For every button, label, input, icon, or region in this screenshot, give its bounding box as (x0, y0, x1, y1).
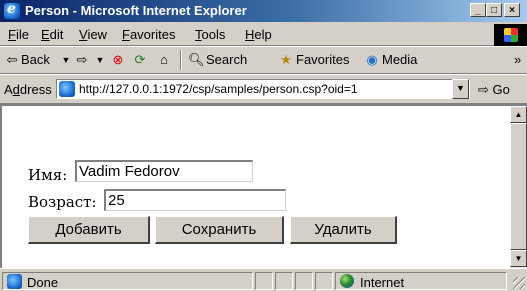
age-input[interactable]: 25 (104, 189, 286, 211)
close-button[interactable]: × (504, 3, 520, 17)
media-icon[interactable]: ◉ (364, 52, 380, 68)
stop-icon[interactable]: ⊗ (110, 52, 126, 68)
forward-dropdown-icon[interactable]: ▼ (92, 52, 108, 68)
window-title: Person - Microsoft Internet Explorer (25, 3, 247, 18)
back-button[interactable]: Back (21, 52, 50, 67)
menu-help[interactable]: Help (245, 27, 272, 42)
delete-button[interactable]: Удалить (290, 216, 397, 244)
page-done-icon (7, 274, 22, 289)
toolbar-overflow-chevron-icon[interactable]: » (514, 52, 521, 67)
address-input[interactable]: http://127.0.0.1:1972/csp/samples/person… (56, 79, 470, 99)
title-bar: Person - Microsoft Internet Explorer _ □… (0, 0, 527, 22)
status-segment (295, 272, 313, 290)
add-button[interactable]: Добавить (28, 216, 150, 244)
status-bar: Done Internet (0, 268, 527, 291)
name-input[interactable]: Vadim Fedorov (75, 160, 253, 182)
scrollbar-thumb[interactable] (510, 123, 527, 250)
windows-logo-icon (494, 24, 527, 46)
page-icon (59, 81, 75, 97)
age-label: Возраст: (28, 193, 97, 211)
browser-window: Person - Microsoft Internet Explorer _ □… (0, 0, 527, 291)
menu-bar: File Edit View Favorites Tools Help (0, 22, 527, 46)
status-segment (275, 272, 293, 290)
status-panel: Done (2, 272, 253, 290)
vertical-scrollbar[interactable]: ▲ ▼ (510, 104, 527, 268)
back-arrow-icon[interactable]: ⇦ (4, 52, 20, 68)
toolbar: ⇦ Back ▼ ⇨ ▼ ⊗ ⟳ ⌂ 🔍︎ Search ★ Favorites… (0, 46, 527, 74)
refresh-icon[interactable]: ⟳ (132, 52, 148, 68)
favorites-icon[interactable]: ★ (278, 52, 294, 68)
ie-logo-icon (4, 1, 20, 19)
address-dropdown-icon[interactable]: ▼ (452, 79, 469, 99)
menu-edit[interactable]: Edit (41, 27, 63, 42)
search-button[interactable]: Search (206, 52, 247, 67)
media-button[interactable]: Media (382, 52, 417, 67)
address-bar: Address http://127.0.0.1:1972/csp/sample… (0, 74, 527, 104)
scroll-up-icon[interactable]: ▲ (510, 106, 527, 123)
internet-zone-icon (340, 274, 354, 288)
address-label: Address (4, 82, 52, 97)
favorites-button[interactable]: Favorites (296, 52, 349, 67)
address-url: http://127.0.0.1:1972/csp/samples/person… (79, 82, 358, 96)
menu-favorites[interactable]: Favorites (122, 27, 175, 42)
status-segment (315, 272, 333, 290)
home-icon[interactable]: ⌂ (156, 52, 172, 68)
scroll-down-icon[interactable]: ▼ (510, 250, 527, 267)
zone-panel: Internet (335, 272, 507, 290)
go-label: Go (492, 82, 510, 97)
menu-file[interactable]: File (8, 27, 29, 42)
zone-text: Internet (360, 275, 405, 290)
minimize-button[interactable]: _ (470, 3, 486, 17)
go-button[interactable]: ⇨ Go (478, 82, 510, 98)
menu-view[interactable]: View (79, 27, 107, 42)
save-button[interactable]: Сохранить (155, 216, 284, 244)
maximize-button[interactable]: □ (486, 3, 502, 17)
back-dropdown-icon[interactable]: ▼ (58, 52, 74, 68)
status-segment (255, 272, 273, 290)
resize-grip-icon[interactable] (513, 277, 525, 289)
menu-tools[interactable]: Tools (195, 27, 225, 42)
toolbar-separator (180, 50, 182, 70)
status-text: Done (27, 275, 59, 290)
name-label: Имя: (28, 166, 68, 184)
search-icon[interactable]: 🔍︎ (188, 52, 205, 68)
forward-arrow-icon[interactable]: ⇨ (74, 52, 90, 68)
go-arrow-icon: ⇨ (478, 82, 489, 97)
